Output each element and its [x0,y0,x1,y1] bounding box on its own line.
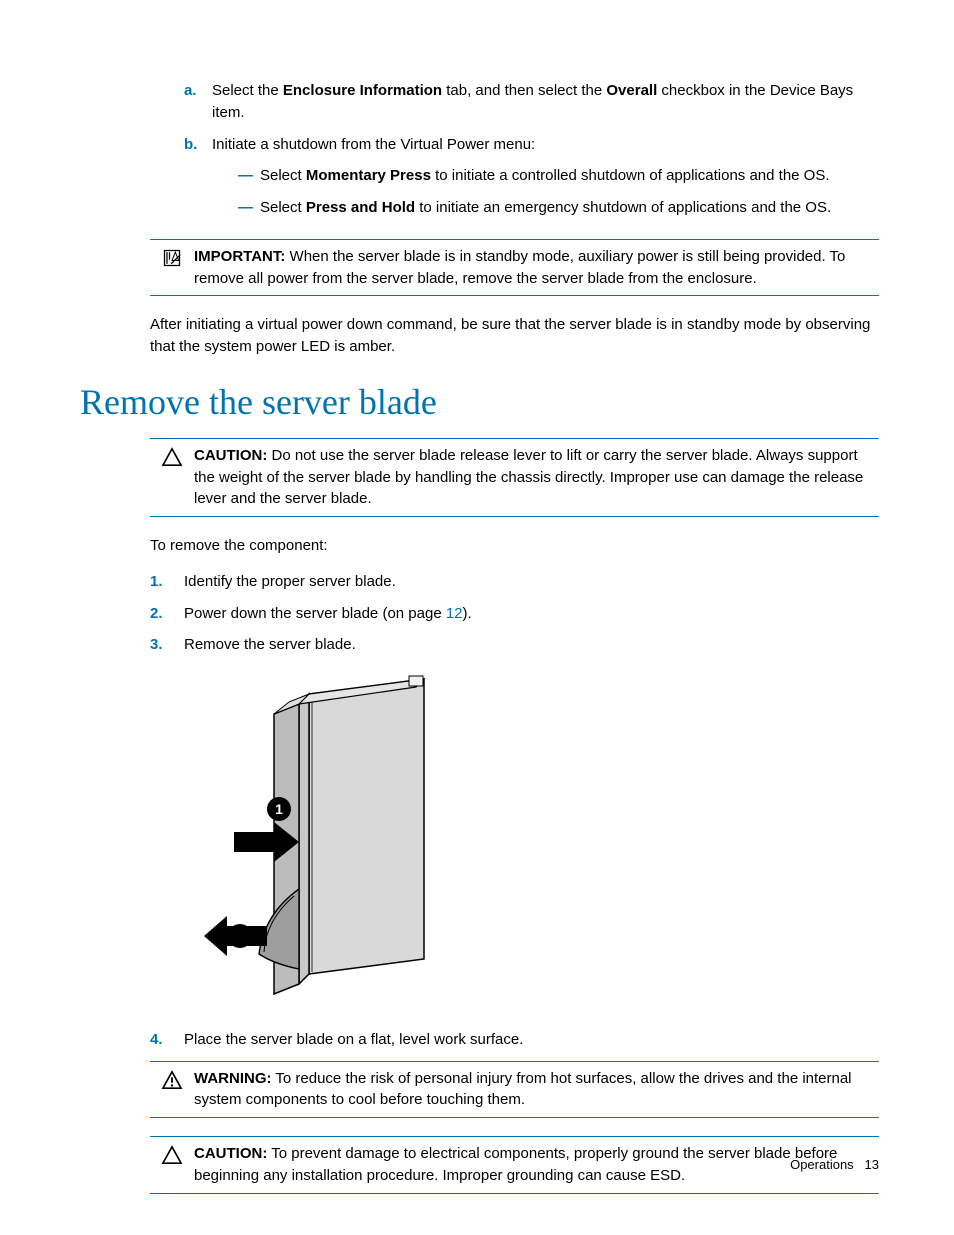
dash-marker: — [238,197,260,219]
num-marker: 3. [150,634,184,656]
caution-text: CAUTION: Do not use the server blade rel… [194,445,879,510]
body-paragraph: To remove the component: [150,535,879,557]
num-text: Power down the server blade (on page 12)… [184,603,879,625]
dash-item: — Select Momentary Press to initiate a c… [238,165,879,187]
alpha-item-a: a. Select the Enclosure Information tab,… [184,80,879,124]
caution-icon [150,445,194,510]
dash-text: Select Press and Hold to initiate an eme… [260,197,879,219]
alpha-marker: a. [184,80,212,124]
caution-icon [150,1143,194,1187]
important-icon [150,246,194,290]
alpha-text: Select the Enclosure Information tab, an… [212,80,879,124]
illustration-server-blade-removal: 1 2 [204,674,464,1011]
list-item: 4. Place the server blade on a flat, lev… [150,1029,879,1051]
numbered-list: 1. Identify the proper server blade. 2. … [150,571,879,656]
list-item: 3. Remove the server blade. [150,634,879,656]
alpha-text: Initiate a shutdown from the Virtual Pow… [212,134,879,229]
warning-note: WARNING: To reduce the risk of personal … [150,1061,879,1119]
num-text: Remove the server blade. [184,634,879,656]
num-marker: 1. [150,571,184,593]
alpha-item-b: b. Initiate a shutdown from the Virtual … [184,134,879,229]
num-text: Identify the proper server blade. [184,571,879,593]
body-paragraph: After initiating a virtual power down co… [150,314,879,358]
num-text: Place the server blade on a flat, level … [184,1029,879,1051]
footer-section: Operations [790,1157,854,1172]
numbered-list-cont: 4. Place the server blade on a flat, lev… [150,1029,879,1051]
page-footer: Operations 13 [790,1156,879,1175]
dash-text: Select Momentary Press to initiate a con… [260,165,879,187]
svg-text:1: 1 [275,801,283,817]
dash-item: — Select Press and Hold to initiate an e… [238,197,879,219]
warning-text: WARNING: To reduce the risk of personal … [194,1068,879,1112]
list-item: 1. Identify the proper server blade. [150,571,879,593]
caution-note: CAUTION: Do not use the server blade rel… [150,438,879,517]
section-heading: Remove the server blade [80,376,879,428]
footer-page-number: 13 [865,1157,879,1172]
num-marker: 4. [150,1029,184,1051]
important-text: IMPORTANT: When the server blade is in s… [194,246,879,290]
list-item: 2. Power down the server blade (on page … [150,603,879,625]
important-note: IMPORTANT: When the server blade is in s… [150,239,879,297]
warning-icon [150,1068,194,1112]
dash-marker: — [238,165,260,187]
caution-text: CAUTION: To prevent damage to electrical… [194,1143,879,1187]
alpha-list: a. Select the Enclosure Information tab,… [184,80,879,229]
num-marker: 2. [150,603,184,625]
alpha-marker: b. [184,134,212,229]
page-link[interactable]: 12 [446,605,463,622]
caution-note: CAUTION: To prevent damage to electrical… [150,1136,879,1194]
dash-list: — Select Momentary Press to initiate a c… [238,165,879,219]
